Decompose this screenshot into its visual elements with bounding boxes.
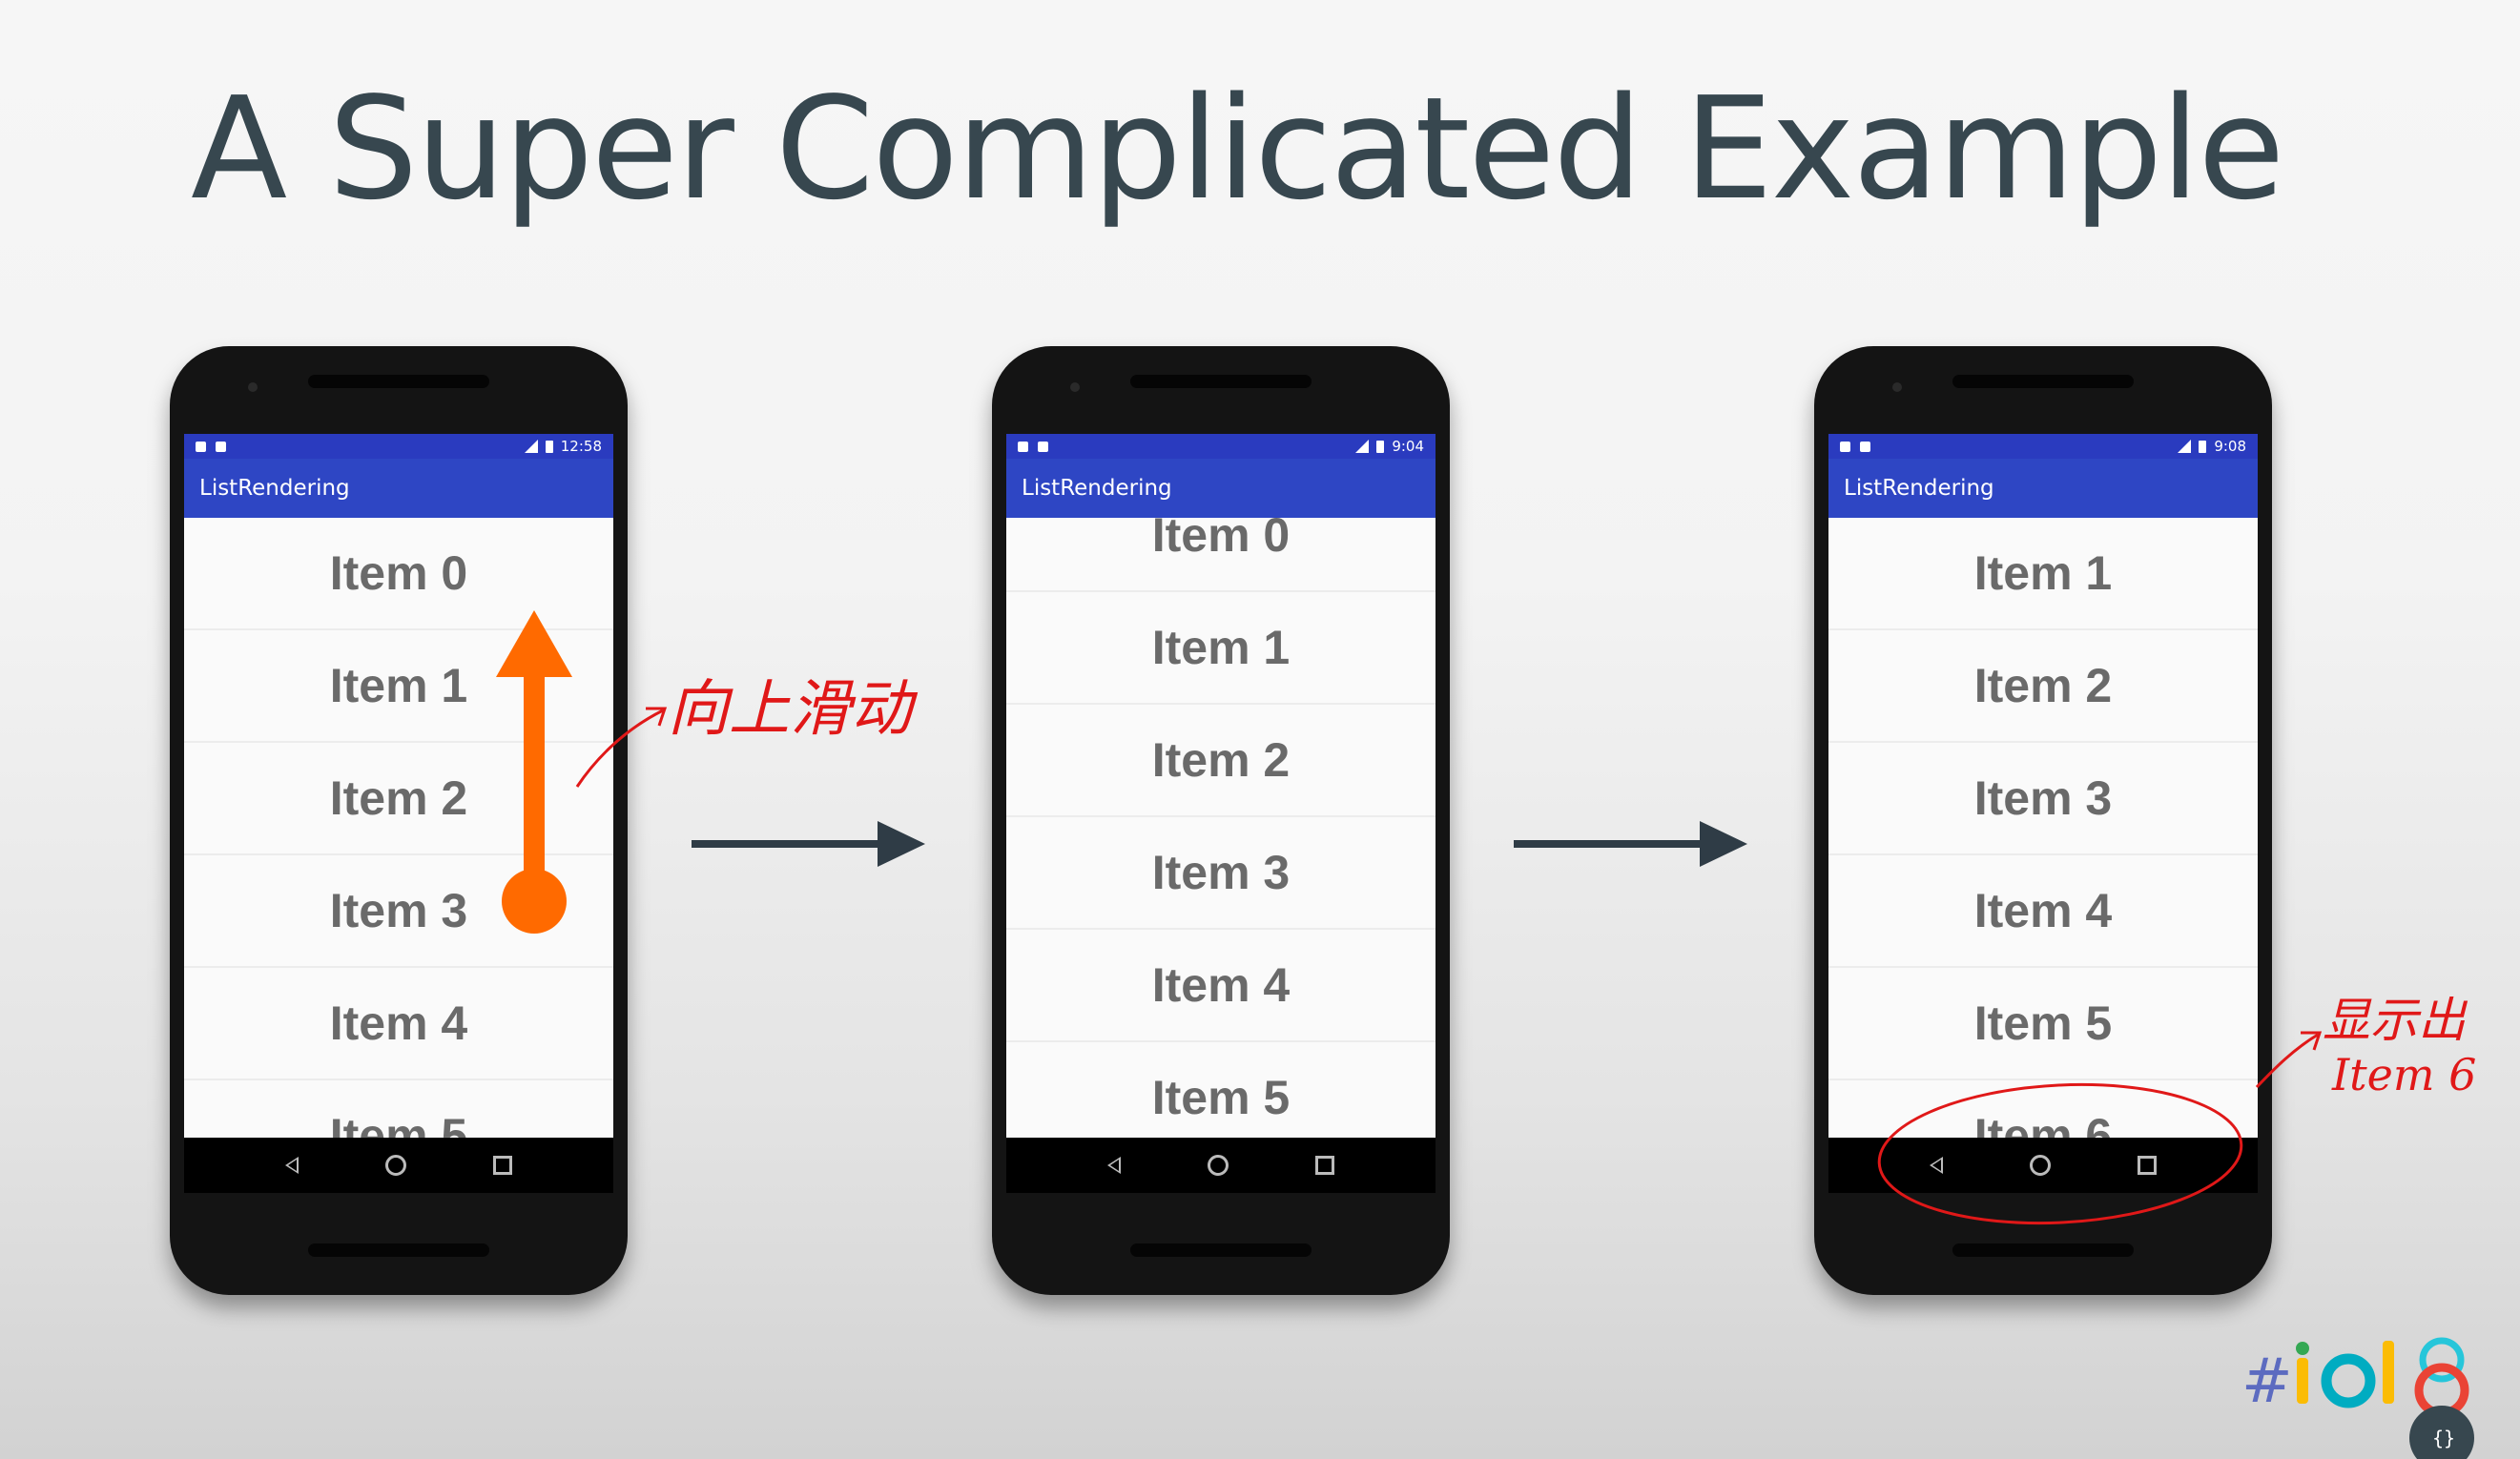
nav-bar — [184, 1138, 613, 1193]
phone-screen: 9:04 ListRendering Item 0 Item 1 Item 2 … — [1006, 434, 1436, 1193]
recycler-list[interactable]: Item 0 Item 1 Item 2 Item 3 Item 4 Item … — [1006, 518, 1436, 1138]
signal-icon — [1355, 440, 1370, 453]
annotation-shows-line1: 显示出 — [2323, 993, 2466, 1048]
slide-title: A Super Complicated Example — [191, 67, 2284, 231]
battery-icon — [2199, 440, 2207, 453]
list-item[interactable]: Item 1 — [1828, 518, 2258, 630]
flow-arrow-icon — [1514, 821, 1747, 867]
list-item[interactable]: Item 0 — [1006, 518, 1436, 592]
bottom-speaker — [308, 1243, 489, 1257]
back-icon[interactable] — [1106, 1157, 1121, 1174]
earpiece-speaker — [1952, 375, 2134, 388]
annotation-scroll-up: 向上滑动 — [668, 674, 912, 745]
recycler-list[interactable]: Item 1 Item 2 Item 3 Item 4 Item 5 Item … — [1828, 518, 2258, 1138]
app-bar: ListRendering — [184, 459, 613, 518]
list-item[interactable]: Item 1 — [1006, 592, 1436, 705]
bottom-speaker — [1130, 1243, 1312, 1257]
signal-icon — [524, 440, 538, 453]
highlight-circle-icon — [1877, 1082, 2243, 1225]
phone-scrolling: 9:04 ListRendering Item 0 Item 1 Item 2 … — [992, 346, 1450, 1295]
svg-text:{}: {} — [2432, 1427, 2455, 1449]
home-icon[interactable] — [384, 1155, 406, 1176]
battery-icon — [1376, 440, 1385, 453]
signal-icon — [2178, 440, 2192, 453]
android-notification-icon — [1860, 441, 1870, 452]
front-camera — [1892, 382, 1902, 392]
annotation-pointer-icon — [575, 707, 668, 788]
status-bar: 9:04 — [1006, 434, 1436, 459]
android-notification-icon — [216, 441, 226, 452]
recents-icon[interactable] — [1315, 1156, 1335, 1175]
app-title: ListRendering — [1022, 476, 1172, 501]
list-item[interactable]: Item 2 — [1006, 705, 1436, 817]
list-item[interactable]: Item 5 — [184, 1080, 613, 1138]
front-camera — [1070, 382, 1080, 392]
app-title: ListRendering — [199, 476, 350, 501]
status-time: 9:04 — [1392, 438, 1424, 455]
list-item[interactable]: Item 5 — [1006, 1042, 1436, 1138]
recents-icon[interactable] — [493, 1156, 513, 1175]
app-bar: ListRendering — [1006, 459, 1436, 518]
sd-card-icon — [1840, 441, 1850, 452]
status-time: 9:08 — [2214, 438, 2246, 455]
earpiece-speaker — [1130, 375, 1312, 388]
app-title: ListRendering — [1844, 476, 1994, 501]
list-item[interactable]: Item 4 — [1006, 930, 1436, 1042]
app-bar: ListRendering — [1828, 459, 2258, 518]
status-bar: 12:58 — [184, 434, 613, 459]
bottom-speaker — [1952, 1243, 2134, 1257]
home-icon[interactable] — [1207, 1155, 1229, 1176]
list-item[interactable]: Item 2 — [1828, 630, 2258, 743]
svg-text:#: # — [2241, 1346, 2293, 1417]
list-item[interactable]: Item 3 — [1006, 817, 1436, 930]
list-item[interactable]: Item 3 — [1828, 743, 2258, 855]
annotation-shows-line2: Item 6 — [2332, 1049, 2477, 1100]
nav-bar — [1006, 1138, 1436, 1193]
flow-arrow-icon — [692, 821, 925, 867]
google-io-18-logo: # {} — [2241, 1337, 2474, 1459]
android-notification-icon — [1038, 441, 1048, 452]
back-icon[interactable] — [284, 1157, 299, 1174]
status-bar: 9:08 — [1828, 434, 2258, 459]
list-item[interactable]: Item 4 — [1828, 855, 2258, 968]
list-item[interactable]: Item 4 — [184, 968, 613, 1080]
annotation-pointer-icon — [2255, 1031, 2323, 1089]
list-item[interactable]: Item 5 — [1828, 968, 2258, 1080]
battery-icon — [545, 440, 553, 453]
status-time: 12:58 — [560, 438, 602, 455]
sd-card-icon — [1018, 441, 1028, 452]
front-camera — [248, 382, 258, 392]
sd-card-icon — [196, 441, 206, 452]
earpiece-speaker — [308, 375, 489, 388]
